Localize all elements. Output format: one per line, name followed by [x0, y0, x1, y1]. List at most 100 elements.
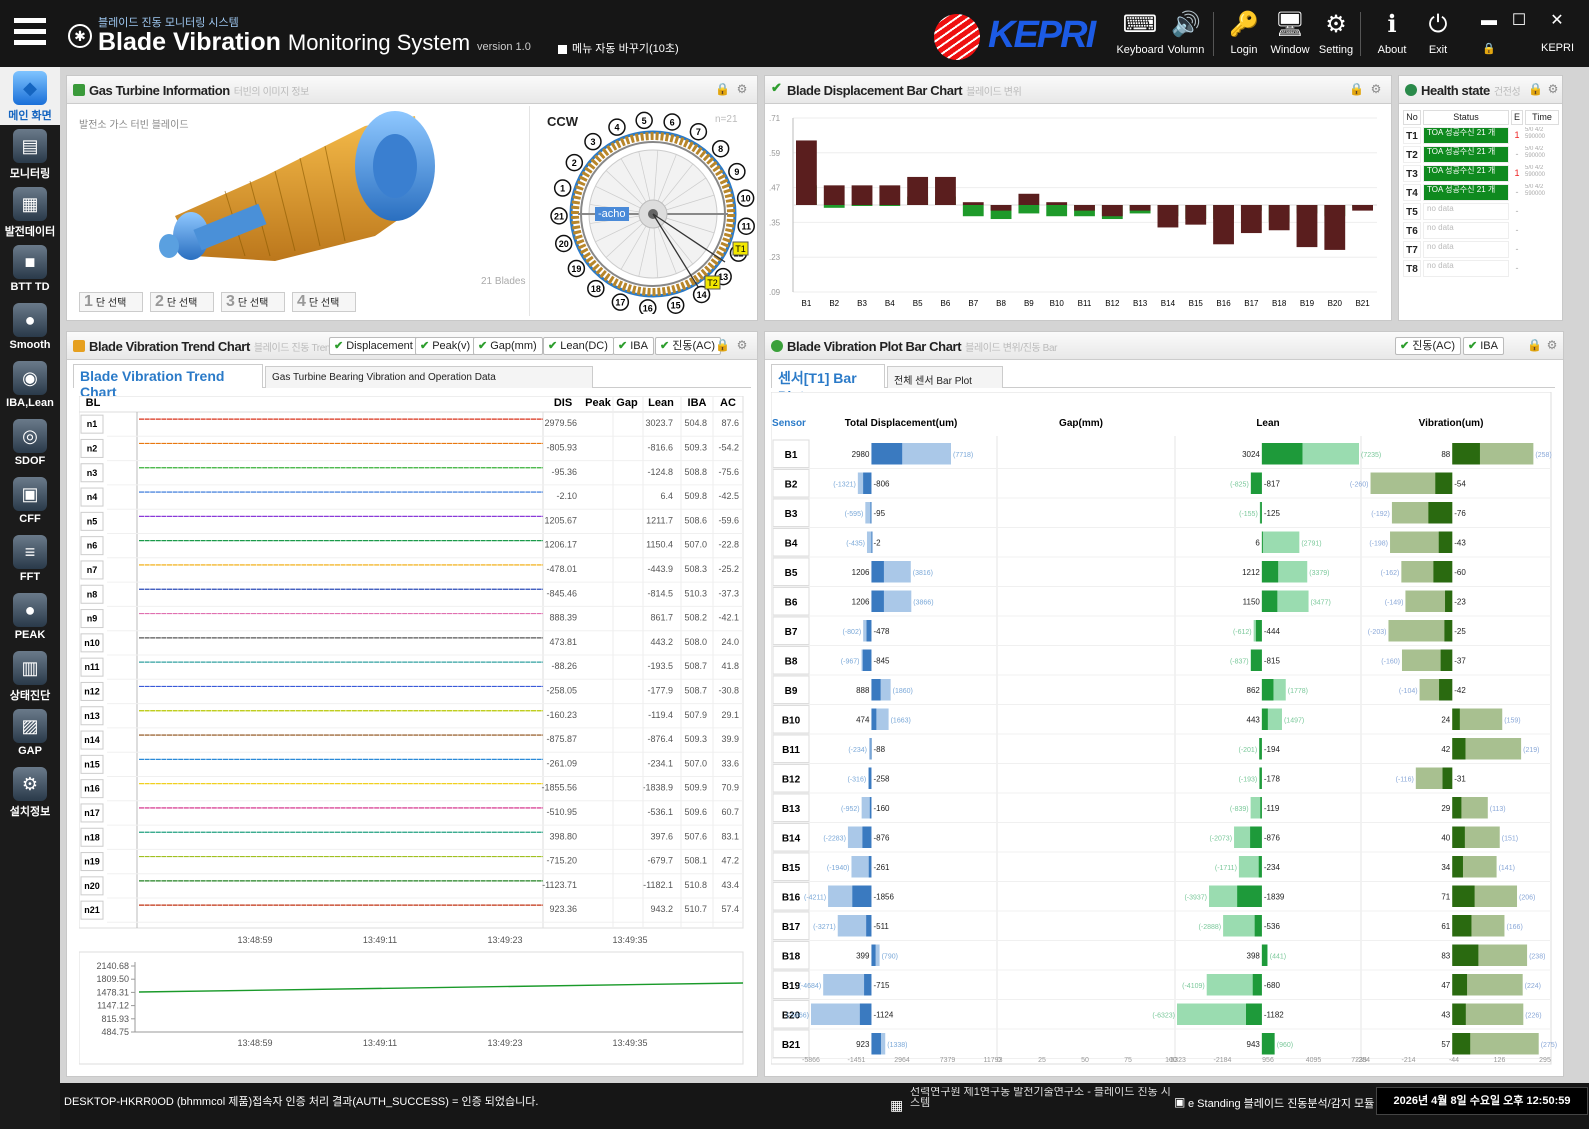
settings-icon[interactable]: ⚙: [735, 338, 749, 352]
fan-icon: ✱: [68, 24, 92, 48]
trend-lean-value: -177.9: [647, 685, 673, 695]
col-sensor: Sensor: [772, 418, 806, 429]
tab-trend-chart[interactable]: Blade Vibration Trend Chart: [73, 364, 263, 400]
sidebar-item-diagnosis[interactable]: ▥ 상태진단: [0, 647, 60, 705]
x-tick-label: B11: [1078, 299, 1092, 308]
trend-ac-value: -25.2: [718, 564, 739, 574]
stage-3-button[interactable]: 3단 선택: [221, 292, 285, 312]
checkbox-icon[interactable]: [558, 44, 567, 54]
chip-trend-1[interactable]: ✔ Peak(v): [415, 337, 477, 355]
chip-plot-0[interactable]: ✔ 진동(AC): [1395, 337, 1462, 355]
sidebar-item-iba-lean[interactable]: ◉ IBA,Lean: [0, 357, 60, 415]
toolbar-setting-button[interactable]: ⚙ Setting: [1312, 6, 1360, 62]
close-icon[interactable]: ✕: [1546, 10, 1568, 32]
lean-value-bar: [1250, 649, 1262, 671]
bar-b21-s2: [1352, 205, 1373, 211]
user-lock-icon: 🔒: [1482, 43, 1496, 55]
chip-trend-5[interactable]: ✔ 진동(AC): [655, 337, 722, 355]
col-lean: Lean: [1256, 418, 1279, 429]
sidebar-item-install-info[interactable]: ⚙ 설치정보: [0, 763, 60, 821]
settings-icon[interactable]: ⚙: [1546, 82, 1560, 96]
settings-icon[interactable]: ⚙: [1369, 82, 1383, 96]
svg-text:8: 8: [718, 144, 723, 154]
sidebar-item-fft[interactable]: ≡ FFT: [0, 531, 60, 589]
svg-text:9: 9: [734, 167, 739, 177]
sidebar-item-label: CFF: [19, 513, 41, 525]
sidebar-item-peak[interactable]: ● PEAK: [0, 589, 60, 647]
chip-plot-1[interactable]: ✔ IBA: [1463, 337, 1504, 355]
chip-trend-4[interactable]: ✔ IBA: [613, 337, 654, 355]
stage-1-button[interactable]: 1단 선택: [79, 292, 143, 312]
tab-sensor-t1[interactable]: 센서[T1] Bar Plot: [771, 364, 885, 404]
sidebar: ◆ 메인 화면 ▤ 모니터링 ▦ 발전데이터 ■ BTT TD ● Smooth ◉ IBA,Lean…: [0, 67, 60, 1129]
health-row-e: -: [1515, 225, 1519, 235]
sidebar-item-btt-td[interactable]: ■ BTT TD: [0, 241, 60, 299]
total-ref-label: (1338): [887, 1042, 907, 1049]
sidebar-item-smooth[interactable]: ● Smooth: [0, 299, 60, 357]
sensor-row-label: B1: [785, 450, 798, 461]
bar-b3-s2: [851, 185, 873, 205]
lean-value-bar: [1261, 531, 1263, 553]
lean-value-bar: [1260, 502, 1262, 524]
toolbar-window-button[interactable]: 🖥 Window: [1266, 6, 1314, 62]
trend-col-peak: Peak: [585, 397, 612, 409]
vib-ref-label: (206): [1519, 894, 1535, 901]
status-message: DESKTOP-HKRR0OD (bhmmcol 제품)접속자 인증 처리 결과…: [64, 1096, 539, 1108]
toolbar-login-button[interactable]: 🔑 Login: [1220, 6, 1268, 62]
maximize-icon[interactable]: ☐: [1508, 10, 1530, 32]
chip-trend-0[interactable]: ✔ Displacement: [329, 337, 419, 355]
trend-iba-value: 508.3: [684, 564, 707, 574]
hamburger-menu-icon[interactable]: [10, 12, 50, 56]
auto-menu-checkbox[interactable]: 메뉴 자동 바꾸기(10초): [558, 40, 679, 56]
sidebar-item-power-data[interactable]: ▦ 발전데이터: [0, 183, 60, 241]
lean-value-label: -1182: [1264, 1010, 1284, 1019]
health-col-e: E: [1511, 110, 1523, 125]
sidebar-item-main-screen[interactable]: ◆ 메인 화면: [0, 67, 60, 125]
toolbar-about-button[interactable]: ℹ About: [1368, 6, 1416, 62]
sidebar-item-cff[interactable]: ▣ CFF: [0, 473, 60, 531]
stage-2-button[interactable]: 2단 선택: [150, 292, 214, 312]
lock-icon[interactable]: 🔒: [1528, 82, 1543, 96]
chip-trend-2[interactable]: ✔ Gap(mm): [473, 337, 543, 355]
total-value-bar: [864, 974, 872, 996]
vib-value-label: -42: [1454, 686, 1466, 695]
total-value-bar: [871, 561, 884, 583]
health-row-e: -: [1515, 244, 1519, 254]
lock-icon[interactable]: 🔒: [715, 82, 730, 96]
toolbar-exit-button[interactable]: ⏻ Exit: [1414, 6, 1462, 62]
total-value-bar: [870, 502, 872, 524]
health-row-time: [1525, 203, 1559, 220]
settings-icon[interactable]: ⚙: [1545, 338, 1559, 352]
trend-iba-value: 508.1: [684, 856, 707, 866]
vib-value-label: -31: [1454, 774, 1466, 783]
sidebar-item-gap[interactable]: ▨ GAP: [0, 705, 60, 763]
trend-iba-value: 510.7: [684, 904, 707, 914]
smooth-icon: ●: [13, 303, 47, 337]
sidebar-item-monitoring[interactable]: ▤ 모니터링: [0, 125, 60, 183]
trend-dis-value: 888.39: [549, 613, 577, 623]
toolbar-keyboard-button[interactable]: ⌨ Keyboard: [1116, 6, 1164, 62]
minimize-icon[interactable]: ▬: [1478, 10, 1500, 32]
chip-trend-3[interactable]: ✔ Lean(DC): [543, 337, 614, 355]
toolbar-label: Login: [1230, 44, 1258, 56]
blade-marker: 1: [553, 179, 572, 197]
health-row: T3 TOA 성공수신 21 개 1 5/0 4/2 590000: [1403, 164, 1559, 183]
lock-icon[interactable]: 🔒: [1349, 82, 1364, 96]
sidebar-item-label: 모니터링: [9, 168, 51, 180]
stage-4-button[interactable]: 4단 선택: [292, 292, 356, 312]
lean-ref-label: (-839): [1230, 806, 1249, 813]
total-value-bar: [868, 767, 872, 789]
toolbar-volumn-button[interactable]: 🔊 Volumn: [1162, 6, 1210, 62]
sidebar-item-sdof[interactable]: ◎ SDOF: [0, 415, 60, 473]
lock-icon[interactable]: 🔒: [1527, 338, 1542, 352]
lock-icon[interactable]: 🔒: [715, 338, 730, 352]
settings-icon[interactable]: ⚙: [735, 82, 749, 96]
tab-all-sensors[interactable]: 전체 센서 Bar Plot: [887, 366, 1003, 388]
lean-ref-label: (-193): [1239, 776, 1258, 783]
health-row-status: no data: [1423, 241, 1509, 258]
lower-x-tick: 13:49:23: [487, 1038, 522, 1048]
sensor-row-label: B10: [782, 715, 801, 726]
bottom-tick-gap: 25: [1038, 1057, 1046, 1064]
peak-icon: ●: [13, 593, 47, 627]
tab-bearing-data[interactable]: Gas Turbine Bearing Vibration and Operat…: [265, 366, 593, 388]
